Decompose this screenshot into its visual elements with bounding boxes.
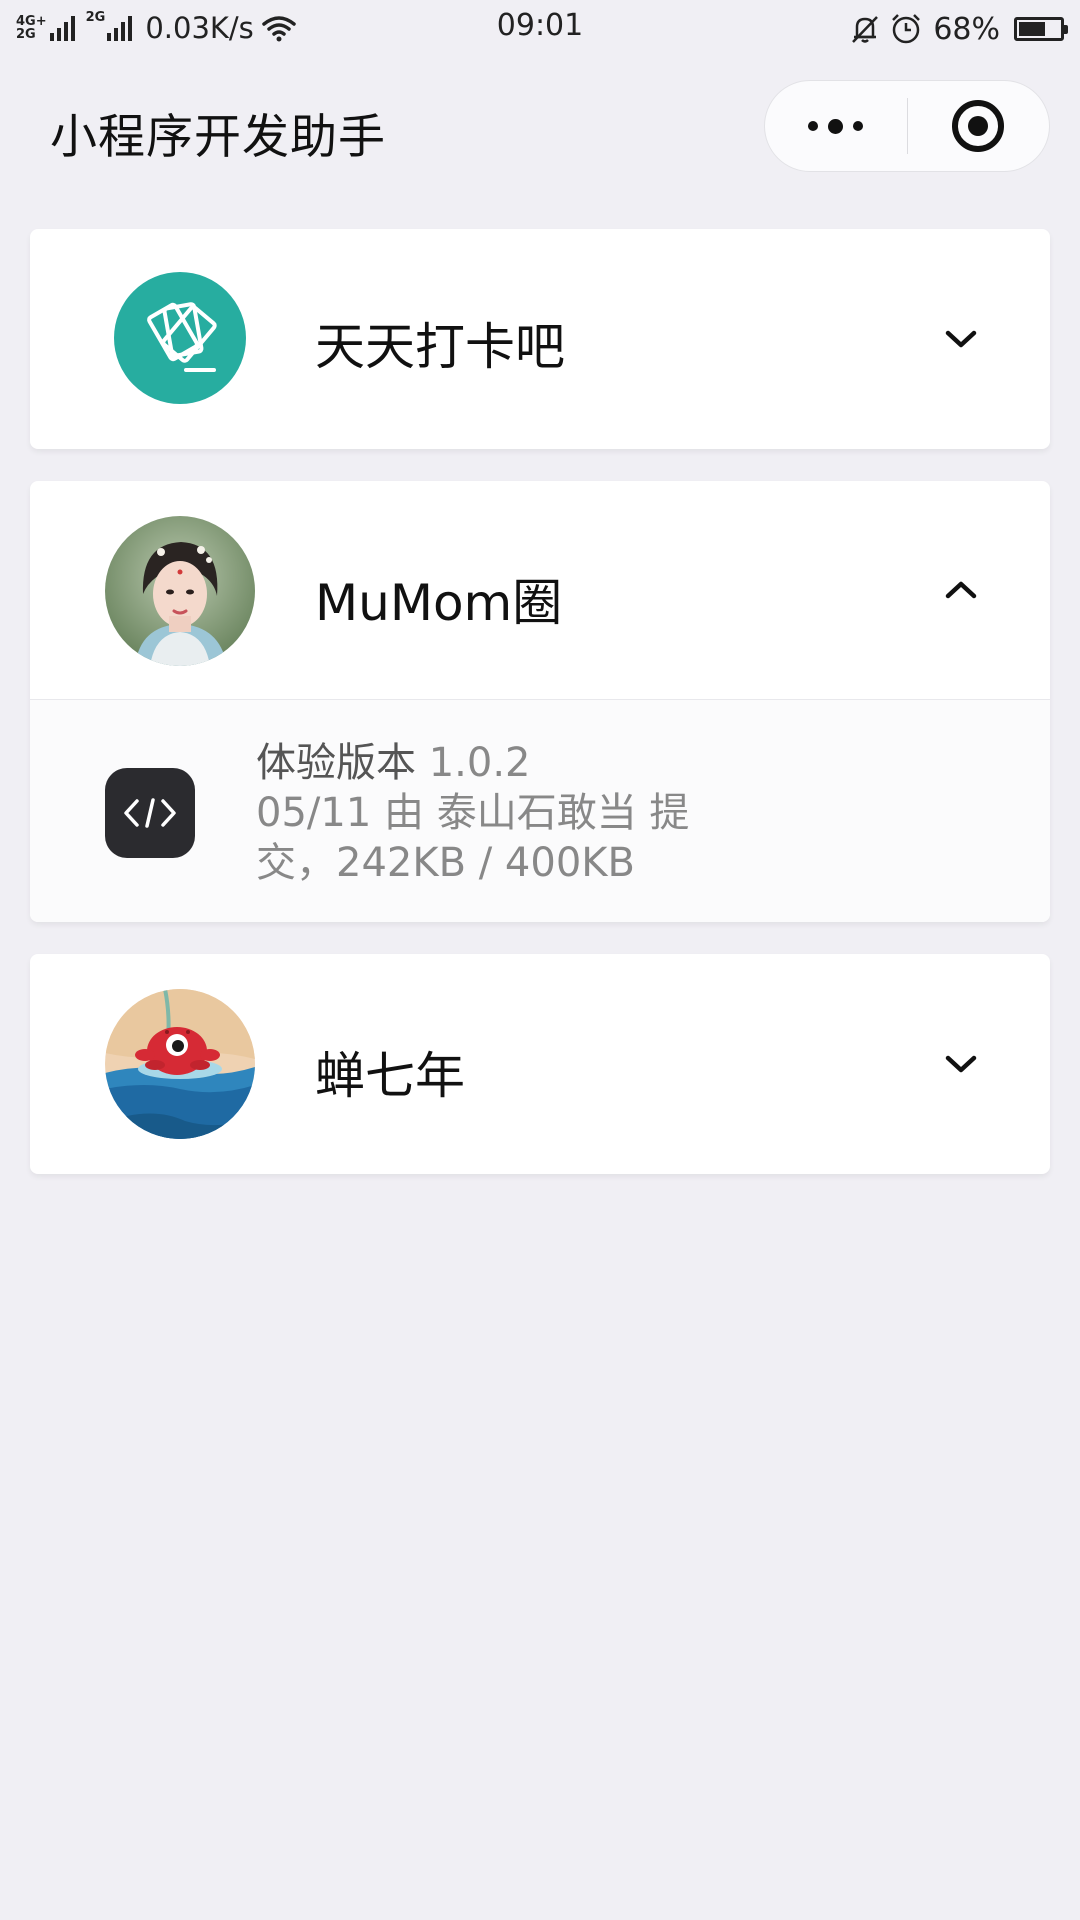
tickets-icon [114, 272, 246, 404]
version-info: 体验版本 1.0.2 05/11 由 泰山石敢当 提 交，242KB / 400… [256, 738, 776, 888]
status-bar: 4G+ 2G 2G 0.03K/s 09:01 68% [0, 0, 1080, 58]
portrait-avatar [105, 516, 255, 666]
mute-bell-icon [852, 16, 879, 43]
more-dots-icon [803, 118, 868, 134]
battery-level [1019, 22, 1045, 36]
app-card: 天天打卡吧 [30, 229, 1050, 449]
battery-icon [1014, 17, 1068, 41]
more-button[interactable] [765, 80, 907, 172]
app-name: 蝉七年 [315, 1047, 465, 1105]
red-creature-avatar [105, 989, 255, 1139]
code-icon [105, 768, 195, 858]
version-row[interactable]: 体验版本 1.0.2 05/11 由 泰山石敢当 提 交，242KB / 400… [30, 699, 1050, 922]
version-label: 体验版本 [256, 740, 416, 786]
close-button[interactable] [908, 80, 1050, 172]
target-icon [952, 100, 1005, 152]
app-card-header[interactable]: 蝉七年 [30, 954, 1050, 1174]
alarm-icon [892, 14, 921, 44]
app-card-header[interactable]: MuMom圈 [30, 481, 1050, 699]
app-name: 天天打卡吧 [315, 318, 565, 376]
chevron-up-icon[interactable] [944, 573, 978, 607]
version-submit-info: 05/11 由 泰山石敢当 提 [256, 790, 690, 836]
version-size-info: 交，242KB / 400KB [256, 840, 635, 886]
app-card: 蝉七年 [30, 954, 1050, 1174]
page-title: 小程序开发助手 [50, 110, 386, 165]
menu-capsule [764, 80, 1050, 172]
chevron-down-icon[interactable] [944, 1046, 978, 1080]
app-card-header[interactable]: 天天打卡吧 [30, 229, 1050, 449]
version-number: 1.0.2 [428, 740, 531, 786]
chevron-down-icon[interactable] [944, 321, 978, 355]
battery-percent: 68% [933, 11, 1000, 47]
app-card: MuMom圈 体验版本 1.0.2 05/11 由 泰山石敢当 提 交，242K… [30, 481, 1050, 922]
status-right: 68% [849, 8, 1068, 50]
app-name: MuMom圈 [315, 574, 563, 632]
